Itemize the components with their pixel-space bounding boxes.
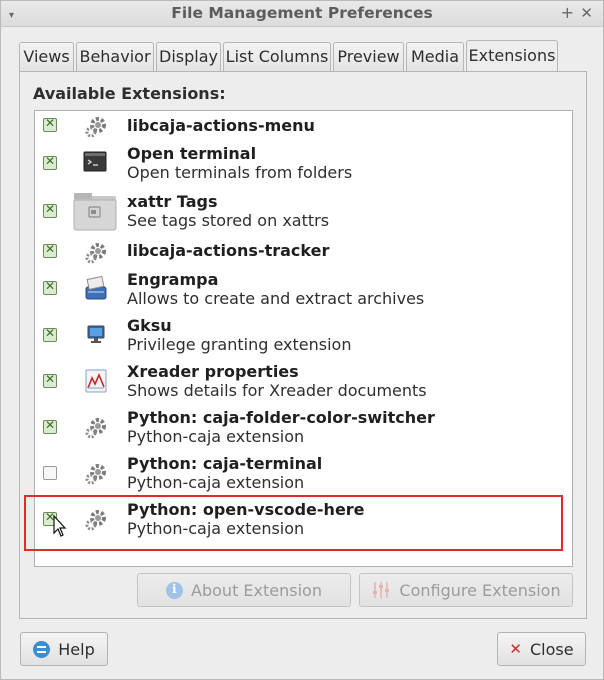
extension-description: See tags stored on xattrs xyxy=(127,211,330,230)
extension-name: Python: caja-folder-color-switcher xyxy=(127,408,435,427)
extension-checkbox[interactable] xyxy=(43,242,57,258)
extension-description: Python-caja extension xyxy=(127,427,305,446)
extension-name: Engrampa xyxy=(127,270,219,289)
folder-icon xyxy=(73,193,117,231)
selection-highlight-box xyxy=(24,495,563,551)
available-extensions-heading: Available Extensions: xyxy=(33,84,226,103)
tab-preview[interactable]: Preview xyxy=(333,42,404,72)
gear-icon xyxy=(85,243,106,264)
preferences-window: ▾ File Management Preferences + ✕ Views … xyxy=(0,0,604,680)
help-icon xyxy=(33,640,51,658)
title-bar: ▾ File Management Preferences + ✕ xyxy=(1,1,603,27)
extension-description: Shows details for Xreader documents xyxy=(127,381,427,400)
list-item[interactable]: Gksu Privilege granting extension xyxy=(35,313,572,357)
document-viewer-icon xyxy=(85,369,107,393)
list-item[interactable]: xattr Tags See tags stored on xattrs xyxy=(35,189,572,233)
help-button[interactable]: Help xyxy=(20,632,108,666)
extension-checkbox[interactable] xyxy=(43,202,57,218)
window-title: File Management Preferences xyxy=(171,4,433,22)
maximize-icon[interactable]: + xyxy=(561,4,574,22)
configure-extension-button[interactable]: Configure Extension xyxy=(359,573,573,607)
list-item[interactable]: Python: caja-terminal Python-caja extens… xyxy=(35,451,572,495)
extension-checkbox[interactable] xyxy=(43,326,57,342)
extension-description: Open terminals from folders xyxy=(127,163,353,182)
about-extension-label: About Extension xyxy=(191,580,322,600)
extension-name: libcaja-actions-tracker xyxy=(127,241,330,260)
help-label: Help xyxy=(58,639,95,659)
archive-icon xyxy=(85,275,107,300)
list-item[interactable]: libcaja-actions-tracker xyxy=(35,235,572,265)
monitor-icon xyxy=(87,325,105,343)
close-icon: ✕ xyxy=(509,640,522,658)
extension-name: Open terminal xyxy=(127,144,257,163)
extension-description: Privilege granting extension xyxy=(127,335,352,354)
extension-name: libcaja-actions-menu xyxy=(127,116,315,135)
list-item[interactable]: Engrampa Allows to create and extract ar… xyxy=(35,267,572,311)
tab-behavior[interactable]: Behavior xyxy=(76,42,154,72)
tab-extensions[interactable]: Extensions xyxy=(466,40,558,73)
extension-checkbox[interactable] xyxy=(43,466,57,480)
extension-checkbox[interactable] xyxy=(43,418,57,434)
sliders-icon xyxy=(373,582,390,598)
close-button[interactable]: ✕ Close xyxy=(497,632,586,666)
extension-checkbox[interactable] xyxy=(43,116,57,132)
tab-list-columns[interactable]: List Columns xyxy=(223,42,331,72)
extension-checkbox[interactable] xyxy=(43,372,57,388)
extension-name: Gksu xyxy=(127,316,172,335)
mouse-cursor-icon xyxy=(53,515,67,537)
tab-media[interactable]: Media xyxy=(406,42,464,72)
tab-views[interactable]: Views xyxy=(19,42,74,72)
gear-icon xyxy=(85,117,106,138)
extension-name: Xreader properties xyxy=(127,362,299,381)
close-window-icon[interactable]: ✕ xyxy=(580,4,593,22)
tab-display[interactable]: Display xyxy=(156,42,221,72)
extension-name: Python: caja-terminal xyxy=(127,454,323,473)
close-label: Close xyxy=(529,639,574,659)
extension-description: Allows to create and extract archives xyxy=(127,289,425,308)
list-item[interactable]: Python: caja-folder-color-switcher Pytho… xyxy=(35,405,572,449)
list-item[interactable]: Xreader properties Shows details for Xre… xyxy=(35,359,572,403)
extension-checkbox[interactable] xyxy=(43,154,57,170)
extension-name: xattr Tags xyxy=(127,192,218,211)
configure-extension-label: Configure Extension xyxy=(399,580,561,600)
gear-icon xyxy=(85,464,106,485)
list-item[interactable]: Open terminal Open terminals from folder… xyxy=(35,141,572,187)
list-item[interactable]: libcaja-actions-menu xyxy=(35,111,572,139)
terminal-icon xyxy=(83,151,107,172)
extension-checkbox[interactable] xyxy=(43,279,57,295)
info-icon: i xyxy=(166,581,184,599)
gear-icon xyxy=(85,418,106,439)
extension-description: Python-caja extension xyxy=(127,473,305,492)
about-extension-button[interactable]: i About Extension xyxy=(137,573,351,607)
